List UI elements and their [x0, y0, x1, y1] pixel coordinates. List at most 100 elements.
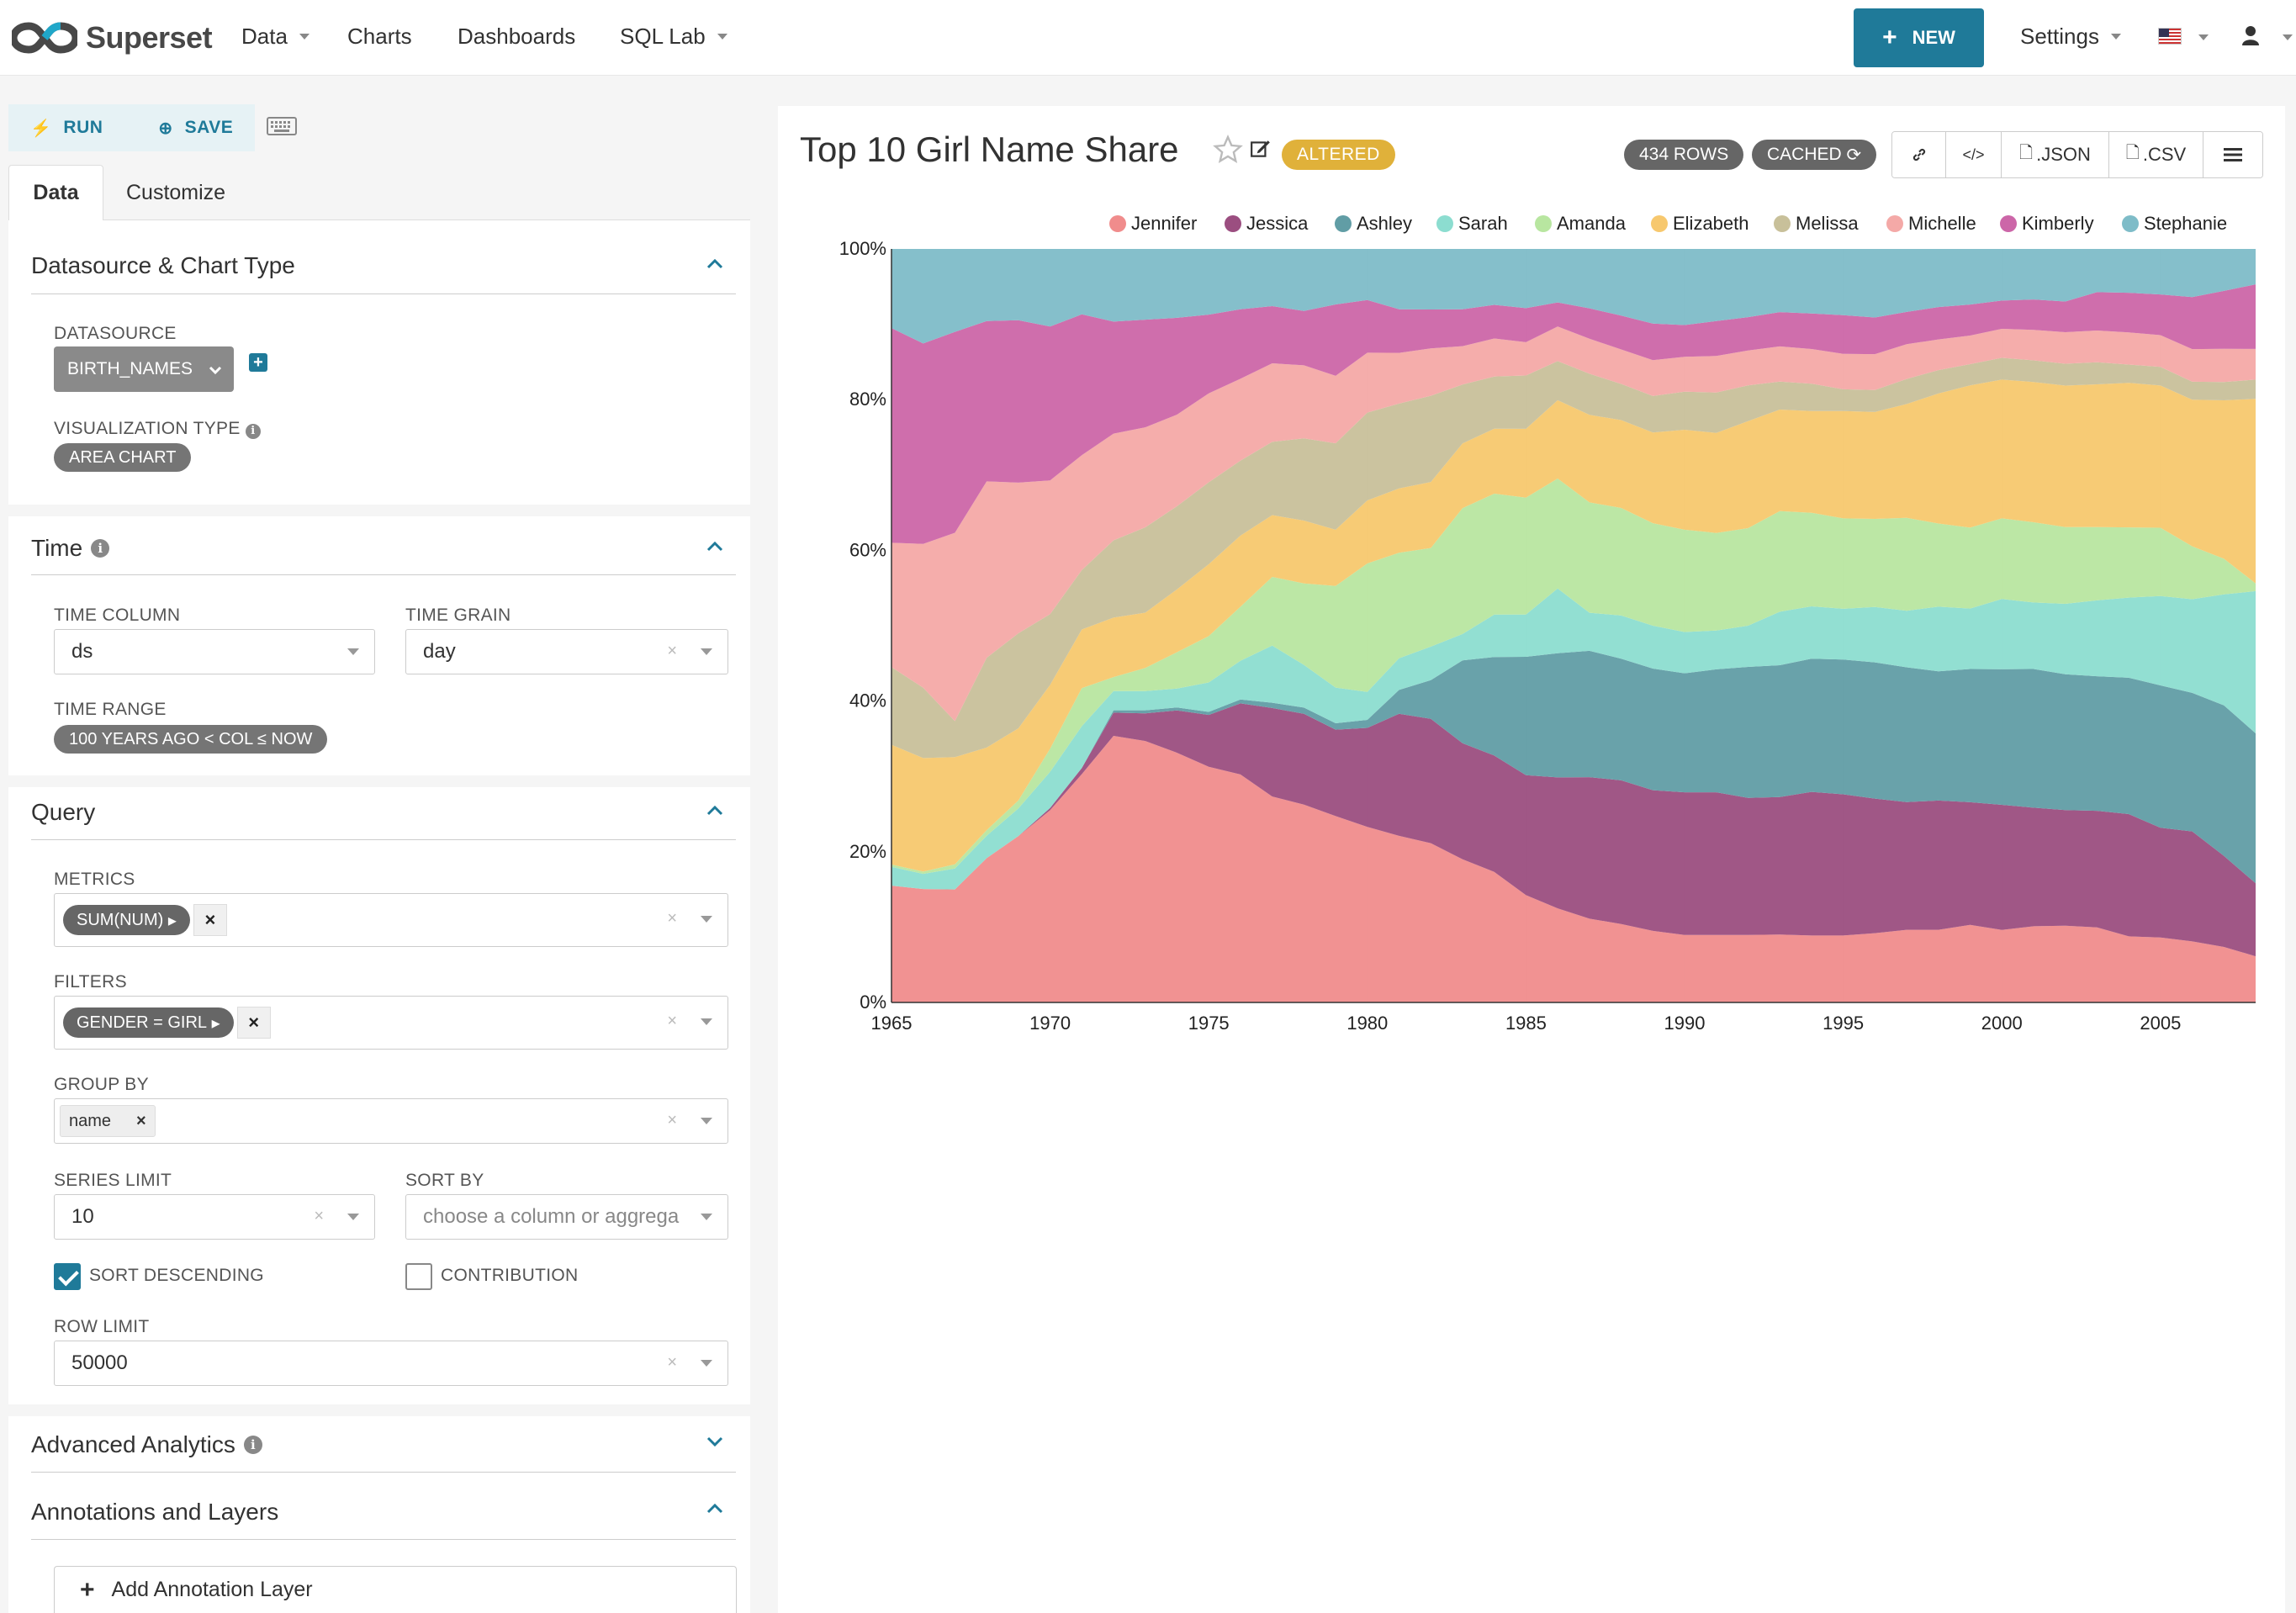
sort-by-select[interactable]: choose a column or aggrega — [405, 1194, 728, 1240]
superset-logo-icon — [12, 22, 77, 54]
time-column-select[interactable]: ds — [54, 629, 375, 674]
section-gap — [8, 775, 750, 787]
viz-type-pill[interactable]: AREA CHART — [54, 443, 192, 472]
section-divider — [31, 574, 736, 575]
time-grain-select[interactable]: day × — [405, 629, 728, 674]
nav-sqllab-label: SQL Lab — [620, 24, 706, 49]
plus-circle-icon: ⊕ — [158, 119, 173, 138]
nav-sqllab-menu[interactable]: SQL Lab — [620, 24, 727, 50]
y-tick-label: 100% — [839, 238, 886, 259]
advanced-title-text: Advanced Analytics — [31, 1431, 235, 1457]
x-tick-label: 1980 — [1346, 1013, 1388, 1034]
contribution-checkbox[interactable] — [405, 1263, 432, 1290]
settings-label: Settings — [2020, 24, 2099, 49]
section-title-time[interactable]: Time i — [31, 535, 110, 562]
info-icon[interactable]: i — [243, 1436, 262, 1454]
remove-groupby-icon[interactable]: × — [136, 1112, 146, 1131]
groupby-value: name — [69, 1111, 112, 1130]
time-range-label: TIME RANGE — [54, 700, 167, 719]
new-button[interactable]: + NEW — [1854, 8, 1984, 67]
info-icon[interactable]: i — [91, 539, 110, 558]
section-title-advanced[interactable]: Advanced Analytics i — [31, 1431, 262, 1458]
viz-type-label-text: VISUALIZATION TYPE — [54, 419, 241, 438]
groupby-select[interactable]: name × × — [54, 1098, 728, 1144]
filter-tag-label[interactable]: GENDER = GIRL ▸ — [63, 1007, 234, 1038]
save-label: SAVE — [184, 118, 234, 137]
save-button[interactable]: ⊕ SAVE — [124, 104, 256, 151]
chevron-up-icon[interactable] — [705, 254, 725, 274]
nav-charts-link[interactable]: Charts — [347, 24, 412, 50]
chevron-up-icon[interactable] — [705, 801, 725, 821]
run-label: RUN — [63, 118, 103, 137]
chevron-down-icon — [347, 1214, 359, 1220]
keyboard-glyph — [267, 116, 298, 135]
clear-icon[interactable]: × — [667, 1353, 677, 1372]
x-tick-label: 2005 — [2140, 1013, 2181, 1034]
filters-label: FILTERS — [54, 972, 127, 992]
user-icon[interactable] — [2242, 25, 2259, 51]
nav-data-menu[interactable]: Data — [241, 24, 309, 50]
chevron-up-icon[interactable] — [705, 1499, 725, 1519]
metric-value: SUM(NUM) — [77, 910, 164, 929]
remove-metric-icon[interactable]: × — [193, 904, 227, 936]
new-button-label: NEW — [1912, 27, 1955, 48]
row-limit-select[interactable]: 50000 × — [54, 1341, 728, 1386]
add-datasource-icon[interactable]: + — [249, 353, 267, 372]
info-icon[interactable]: i — [245, 423, 261, 439]
section-title-query[interactable]: Query — [31, 799, 95, 826]
clear-icon[interactable]: × — [667, 642, 677, 661]
annotations-title-text: Annotations and Layers — [31, 1499, 279, 1525]
filter-tag[interactable]: GENDER = GIRL ▸ × — [63, 1007, 271, 1039]
user-chevron-icon[interactable] — [2283, 34, 2293, 40]
viz-type-label: VISUALIZATION TYPE i — [54, 419, 261, 439]
time-column-value: ds — [71, 640, 93, 663]
nav-charts-label: Charts — [347, 24, 412, 49]
time-range-pill[interactable]: 100 YEARS AGO < COL ≤ NOW — [54, 725, 328, 754]
time-grain-label: TIME GRAIN — [405, 606, 511, 625]
section-title-datasource[interactable]: Datasource & Chart Type — [31, 252, 295, 279]
panel-tabs: Data Customize — [8, 165, 750, 221]
groupby-tag[interactable]: name × — [60, 1105, 156, 1137]
series-limit-select[interactable]: 10 × — [54, 1194, 375, 1240]
settings-menu[interactable]: Settings — [2020, 24, 2121, 50]
x-tick-label: 1965 — [871, 1013, 913, 1034]
series-limit-value: 10 — [71, 1205, 94, 1228]
remove-filter-icon[interactable]: × — [236, 1007, 271, 1039]
language-chevron-icon[interactable] — [2198, 34, 2209, 40]
chart-panel: Top 10 Girl Name Share ALTERED 434 ROWS … — [778, 106, 2285, 1613]
sort-by-label: SORT BY — [405, 1171, 484, 1190]
datasource-title-text: Datasource & Chart Type — [31, 252, 295, 278]
clear-icon[interactable]: × — [667, 1111, 677, 1130]
filters-select[interactable]: GENDER = GIRL ▸ × × — [54, 996, 728, 1050]
superset-logo[interactable]: Superset — [12, 17, 213, 59]
clear-icon[interactable]: × — [667, 909, 677, 928]
section-title-annotations[interactable]: Annotations and Layers — [31, 1499, 278, 1526]
chevron-down-icon — [347, 648, 359, 655]
clear-icon[interactable]: × — [667, 1012, 677, 1031]
metric-tag-label[interactable]: SUM(NUM) ▸ — [63, 905, 190, 935]
chevron-down-icon[interactable] — [705, 1431, 725, 1452]
datasource-select[interactable]: BIRTH_NAMES — [54, 346, 234, 392]
tab-customize[interactable]: Customize — [126, 165, 225, 221]
run-button[interactable]: ⚡ RUN — [8, 104, 125, 151]
us-flag-icon[interactable] — [2158, 28, 2182, 45]
y-tick-label: 0% — [860, 992, 886, 1013]
metrics-select[interactable]: SUM(NUM) ▸ × × — [54, 893, 728, 947]
time-title-text: Time — [31, 535, 83, 561]
chevron-up-icon[interactable] — [705, 537, 725, 557]
y-tick-label: 60% — [849, 539, 886, 560]
tab-data[interactable]: Data — [8, 165, 103, 221]
user-glyph — [2242, 26, 2259, 45]
keyboard-icon[interactable] — [267, 116, 298, 140]
nav-data-label: Data — [241, 24, 288, 49]
section-gap — [8, 1404, 750, 1416]
plus-icon: + — [1882, 24, 1897, 51]
x-tick-label: 1990 — [1664, 1013, 1706, 1034]
clear-icon[interactable]: × — [314, 1207, 324, 1226]
chevron-down-icon — [701, 1018, 712, 1025]
sort-descending-checkbox[interactable] — [54, 1263, 81, 1290]
time-grain-value: day — [423, 640, 456, 663]
add-annotation-layer-button[interactable]: + Add Annotation Layer — [54, 1566, 737, 1613]
metric-tag[interactable]: SUM(NUM) ▸ × — [63, 904, 227, 936]
nav-dashboards-link[interactable]: Dashboards — [458, 24, 575, 50]
